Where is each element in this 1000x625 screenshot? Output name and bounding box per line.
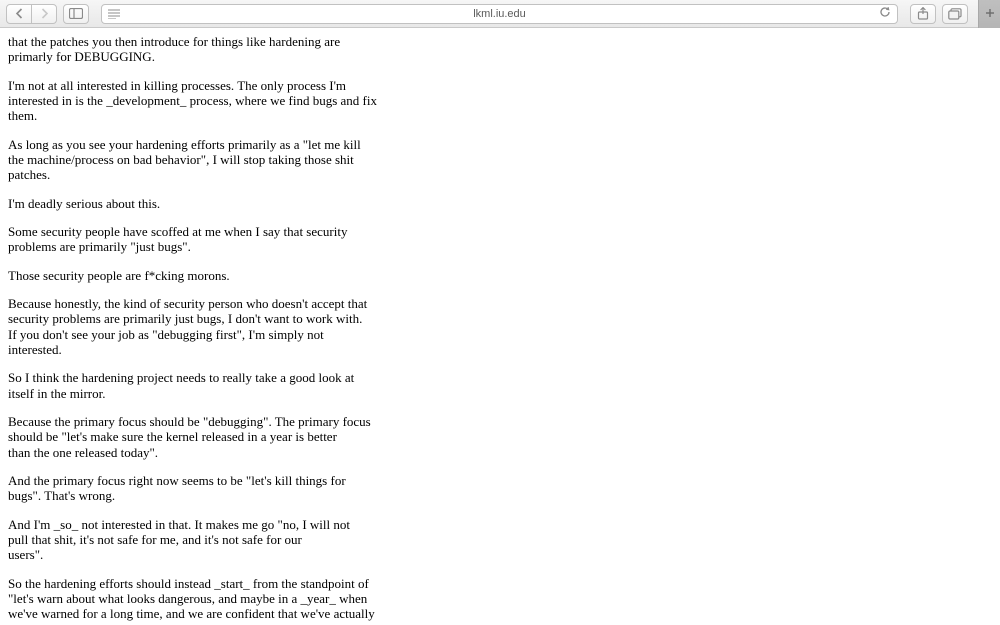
- paragraph: Because the primary focus should be "deb…: [8, 414, 552, 460]
- sidebar-icon: [69, 8, 83, 19]
- url-text: lkml.iu.edu: [473, 8, 526, 20]
- paragraph: Those security people are f*cking morons…: [8, 268, 552, 283]
- chevron-left-icon: [15, 8, 24, 19]
- paragraph: that the patches you then introduce for …: [8, 34, 552, 65]
- new-tab-button[interactable]: [978, 0, 1000, 28]
- address-bar[interactable]: lkml.iu.edu: [101, 4, 898, 24]
- tabs-icon: [948, 8, 962, 20]
- share-icon: [917, 7, 929, 20]
- back-button[interactable]: [6, 4, 32, 24]
- paragraph: As long as you see your hardening effort…: [8, 137, 552, 183]
- paragraph: I'm not at all interested in killing pro…: [8, 78, 552, 124]
- plus-icon: [985, 5, 995, 23]
- message-body: that the patches you then introduce for …: [0, 28, 560, 625]
- share-button[interactable]: [910, 4, 936, 24]
- page-viewport[interactable]: that the patches you then introduce for …: [0, 28, 1000, 625]
- reload-icon: [879, 6, 891, 21]
- reload-button[interactable]: [879, 6, 891, 21]
- paragraph: So the hardening efforts should instead …: [8, 576, 552, 625]
- nav-button-group: [6, 4, 57, 24]
- reader-mode-icon[interactable]: [108, 9, 120, 19]
- paragraph: Some security people have scoffed at me …: [8, 224, 552, 255]
- forward-button[interactable]: [31, 4, 57, 24]
- paragraph: And I'm _so_ not interested in that. It …: [8, 517, 552, 563]
- paragraph: I'm deadly serious about this.: [8, 196, 552, 211]
- paragraph: And the primary focus right now seems to…: [8, 473, 552, 504]
- browser-toolbar: lkml.iu.edu: [0, 0, 1000, 28]
- chevron-right-icon: [40, 8, 49, 19]
- paragraph: Because honestly, the kind of security p…: [8, 296, 552, 357]
- tabs-button[interactable]: [942, 4, 968, 24]
- paragraph: So I think the hardening project needs t…: [8, 370, 552, 401]
- sidebar-button[interactable]: [63, 4, 89, 24]
